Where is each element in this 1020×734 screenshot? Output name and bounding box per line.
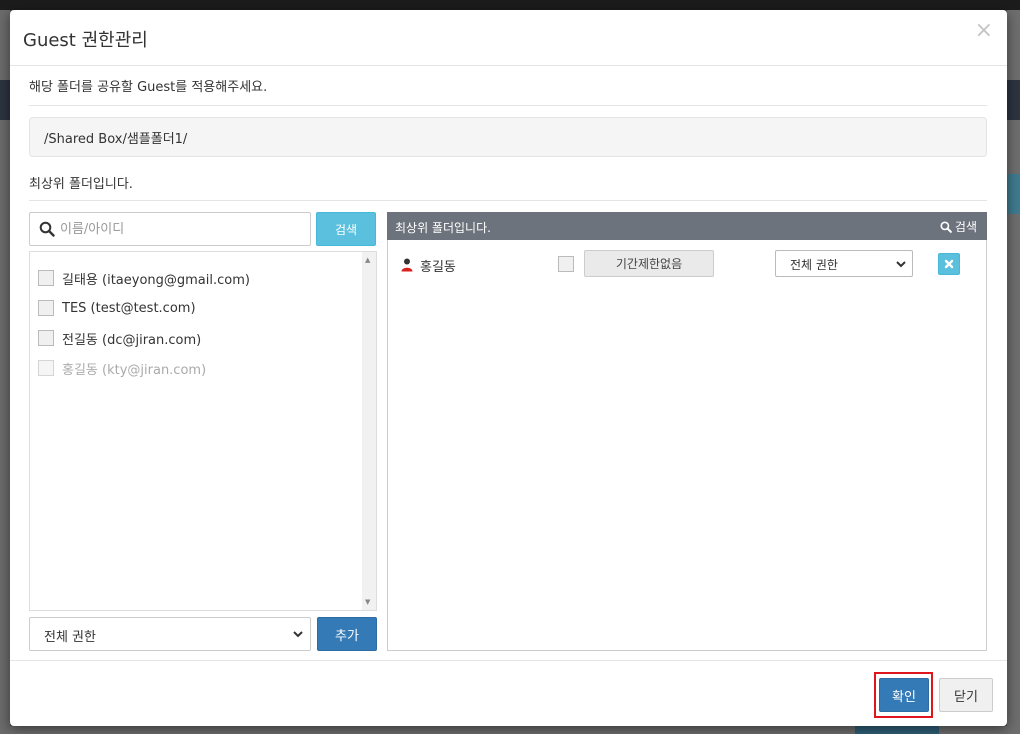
search-icon	[39, 221, 55, 237]
assigned-panel-header: 최상위 폴더입니다. 검색	[387, 212, 987, 240]
root-folder-notice: 최상위 폴더입니다.	[29, 177, 133, 192]
confirm-button[interactable]: 확인	[879, 678, 929, 712]
search-icon	[940, 220, 952, 233]
backdrop-left	[0, 10, 10, 734]
period-button[interactable]: 기간제한없음	[584, 250, 714, 277]
user-checkbox[interactable]	[38, 270, 54, 286]
user-list: 길태용 (itaeyong@gmail.com) TES (test@test.…	[29, 251, 377, 611]
search-button[interactable]: 검색	[316, 212, 376, 246]
modal-title: Guest 권한관리	[23, 30, 148, 51]
user-search-input[interactable]	[60, 214, 308, 244]
permission-select[interactable]: 전체 권한	[29, 617, 311, 651]
user-search-box	[29, 212, 311, 246]
user-label: TES (test@test.com)	[62, 300, 196, 316]
backdrop-top-bar	[0, 0, 1020, 10]
scroll-down-icon[interactable]: ▼	[365, 598, 370, 606]
scroll-up-icon[interactable]: ▲	[365, 256, 370, 264]
backdrop-right	[1007, 10, 1020, 734]
permission-select-value: 전체 권한	[44, 630, 96, 645]
remove-guest-button[interactable]	[938, 253, 960, 275]
guest-permission-select[interactable]: 전체 권한	[775, 250, 913, 277]
user-checkbox[interactable]	[38, 330, 54, 346]
user-checkbox	[38, 360, 54, 376]
close-icon	[944, 259, 954, 269]
user-label: 길태용 (itaeyong@gmail.com)	[62, 272, 250, 288]
period-checkbox[interactable]	[558, 256, 574, 272]
list-item: 홍길동 (kty@jiran.com)	[38, 358, 206, 378]
user-icon	[401, 258, 413, 272]
user-checkbox[interactable]	[38, 300, 54, 316]
assigned-guest-list: 홍길동 기간제한없음 전체 권한	[387, 240, 987, 651]
list-item[interactable]: TES (test@test.com)	[38, 298, 196, 318]
divider	[29, 105, 987, 106]
folder-path: /Shared Box/샘플폴더1/	[29, 117, 987, 157]
table-row: 홍길동 기간제한없음 전체 권한	[388, 250, 986, 278]
assigned-search-label: 검색	[954, 220, 977, 234]
list-item[interactable]: 길태용 (itaeyong@gmail.com)	[38, 268, 250, 288]
modal-description: 해당 폴더를 공유할 Guest를 적용해주세요.	[29, 80, 268, 95]
chevron-down-icon	[293, 631, 303, 638]
add-button[interactable]: 추가	[317, 617, 377, 651]
chevron-down-icon	[896, 261, 906, 268]
close-icon[interactable]: ×	[975, 20, 993, 42]
assigned-panel-title: 최상위 폴더입니다.	[395, 221, 491, 235]
user-label: 홍길동 (kty@jiran.com)	[62, 362, 207, 378]
divider	[29, 200, 987, 201]
list-item[interactable]: 전길동 (dc@jiran.com)	[38, 328, 201, 348]
assigned-search-button[interactable]: 검색	[940, 218, 977, 235]
modal-footer: 확인 닫기	[10, 660, 1007, 726]
modal-header: Guest 권한관리 ×	[10, 10, 1007, 66]
backdrop-bottom	[10, 726, 1007, 734]
guest-permission-modal: Guest 권한관리 × 해당 폴더를 공유할 Guest를 적용해주세요. /…	[10, 10, 1007, 726]
scrollbar[interactable]: ▲ ▼	[362, 252, 376, 610]
close-button[interactable]: 닫기	[939, 678, 993, 712]
user-label: 전길동 (dc@jiran.com)	[62, 332, 202, 348]
guest-permission-value: 전체 권한	[790, 258, 838, 272]
guest-name: 홍길동	[420, 260, 456, 275]
